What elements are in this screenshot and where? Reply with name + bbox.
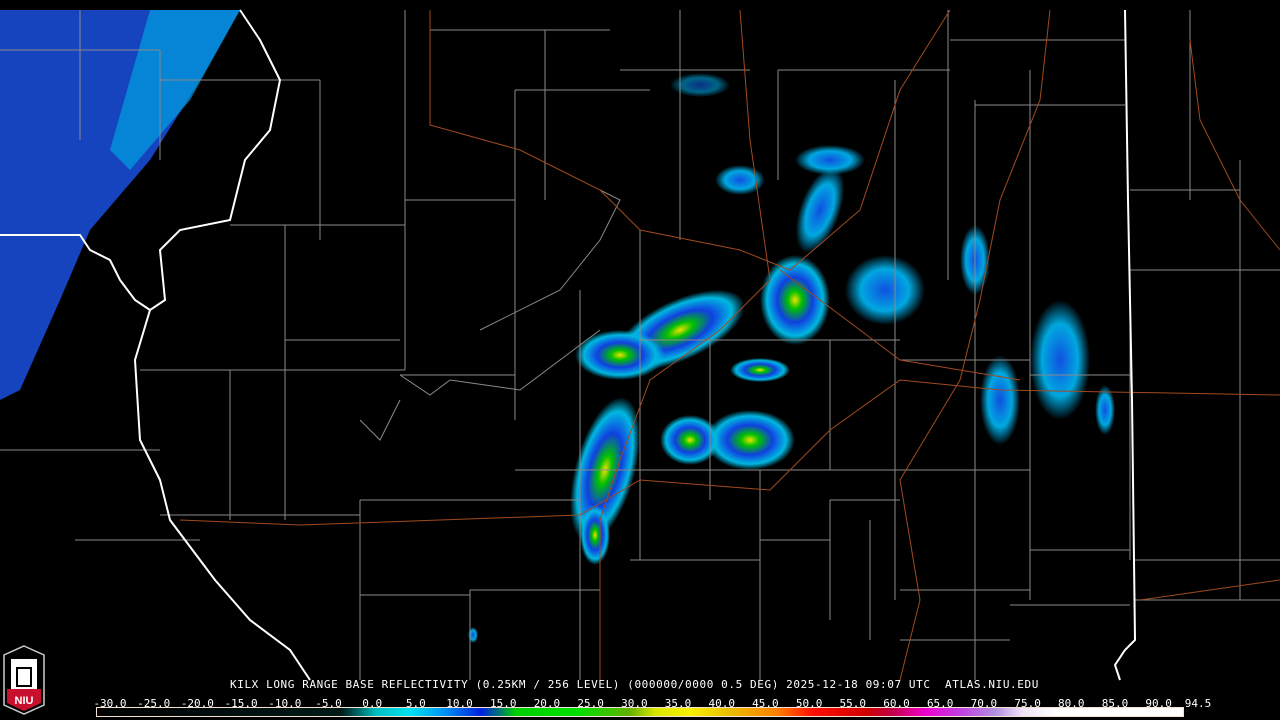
highways (179, 9, 1280, 681)
logo-text: NIU (15, 695, 34, 707)
colorbar-label: 94.5 (1184, 697, 1212, 710)
radar-map[interactable] (0, 0, 1280, 720)
niu-logo: NIU (3, 645, 45, 715)
reflectivity-colorbar (96, 707, 1184, 717)
product-title: KILX LONG RANGE BASE REFLECTIVITY (0.25K… (230, 678, 1039, 691)
